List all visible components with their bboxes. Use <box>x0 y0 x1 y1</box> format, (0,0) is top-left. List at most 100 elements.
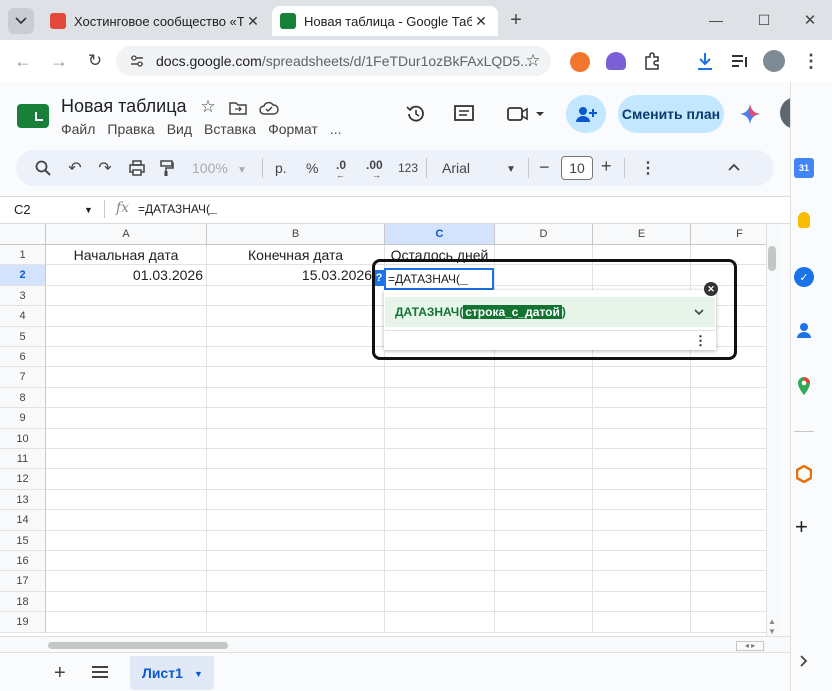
grid-cell[interactable] <box>691 469 766 490</box>
row-header-8[interactable]: 8 <box>0 387 46 409</box>
cell-a2[interactable]: 01.03.2026 <box>46 265 207 286</box>
grid-cell[interactable] <box>593 449 691 470</box>
grid-cell[interactable] <box>385 387 495 409</box>
tab-new-spreadsheet[interactable]: Новая таблица - Google Табли ✕ <box>272 6 498 36</box>
close-tab-icon[interactable]: ✕ <box>472 13 490 30</box>
grid-cell[interactable] <box>207 347 385 368</box>
collapse-toolbar-icon[interactable] <box>728 163 740 171</box>
grid-cell[interactable] <box>495 367 593 388</box>
grid-cell[interactable] <box>691 571 766 592</box>
close-window-button[interactable]: ✕ <box>798 8 822 32</box>
grid-cell[interactable] <box>207 591 385 613</box>
grid-cell[interactable] <box>207 530 385 551</box>
grid-cell[interactable] <box>385 408 495 429</box>
grid-cell[interactable] <box>691 367 766 388</box>
upgrade-plan-button[interactable]: Сменить план <box>618 95 724 133</box>
grid-cell[interactable] <box>495 571 593 592</box>
grid-cell[interactable] <box>385 612 495 633</box>
grid-cell[interactable] <box>593 591 691 613</box>
grid-cell[interactable] <box>593 510 691 531</box>
column-header-c[interactable]: C <box>385 224 495 245</box>
grid-cell[interactable] <box>385 428 495 449</box>
grid-cell[interactable] <box>46 326 207 347</box>
row-header-16[interactable]: 16 <box>0 551 46 572</box>
grid-cell[interactable] <box>691 429 766 449</box>
grid-cell[interactable] <box>46 510 207 531</box>
media-queue-icon[interactable] <box>730 52 750 70</box>
row-header-2[interactable]: 2 <box>0 265 46 286</box>
row-header-18[interactable]: 18 <box>0 591 46 613</box>
grid-cell[interactable] <box>46 428 207 449</box>
grid-cell[interactable] <box>207 449 385 470</box>
font-size-increase-button[interactable]: + <box>601 156 612 177</box>
grid-cell[interactable] <box>385 489 495 511</box>
bookmark-star-icon[interactable]: ☆ <box>522 50 544 72</box>
grid-cell[interactable] <box>593 469 691 490</box>
row-header-17[interactable]: 17 <box>0 571 46 592</box>
currency-format-button[interactable]: р. <box>275 160 287 176</box>
menu-view[interactable]: Вид <box>167 121 192 137</box>
site-info-icon[interactable] <box>128 52 146 70</box>
grid-cell[interactable] <box>385 591 495 613</box>
download-icon[interactable] <box>694 50 716 72</box>
grid-cell[interactable] <box>495 551 593 572</box>
cell-b2[interactable]: 15.03.2026 <box>207 265 385 286</box>
cloud-status-icon[interactable] <box>258 99 280 117</box>
grid-cell[interactable] <box>495 612 593 633</box>
grid-cell[interactable] <box>691 612 766 633</box>
grid-cell[interactable] <box>593 551 691 572</box>
close-tab-icon[interactable]: ✕ <box>244 13 262 30</box>
grid-cell[interactable] <box>385 530 495 551</box>
profile-avatar[interactable] <box>763 50 785 72</box>
row-header-19[interactable]: 19 <box>0 612 46 633</box>
name-box-dropdown-icon[interactable]: ▼ <box>84 205 93 215</box>
tab-search-button[interactable] <box>8 8 34 34</box>
cell-b1[interactable]: Конечная дата <box>207 245 385 266</box>
share-button[interactable] <box>566 95 606 133</box>
all-sheets-icon[interactable] <box>92 666 108 678</box>
row-header-6[interactable]: 6 <box>0 347 46 368</box>
scroll-down-arrow-icon[interactable]: ▼ <box>768 627 776 636</box>
undo-icon[interactable]: ↶ <box>64 157 86 179</box>
tab-hosting-community[interactable]: Хостинговое сообщество «Tim ✕ <box>42 6 270 36</box>
grid-cell[interactable] <box>207 571 385 592</box>
formula-input[interactable]: =ДАТАЗНАЧ( <box>138 202 210 216</box>
grid-cell[interactable] <box>495 591 593 613</box>
grid-cell[interactable] <box>691 449 766 470</box>
row-header-4[interactable]: 4 <box>0 306 46 327</box>
grid-cell[interactable] <box>691 551 766 572</box>
row-header-5[interactable]: 5 <box>0 326 46 347</box>
grid-cell[interactable] <box>385 449 495 470</box>
horizontal-scroll-thumb[interactable] <box>48 642 228 649</box>
more-tools-icon[interactable]: ⋮ <box>640 158 656 178</box>
menu-file[interactable]: Файл <box>61 121 95 137</box>
font-family-select[interactable]: Arial <box>442 160 470 176</box>
grid-cell[interactable] <box>207 469 385 490</box>
select-all-corner[interactable] <box>0 224 46 245</box>
print-icon[interactable] <box>126 157 148 179</box>
column-header-b[interactable]: B <box>207 224 385 245</box>
sheet-tab-dropdown-icon[interactable]: ▼ <box>194 669 203 679</box>
cell-a1[interactable]: Начальная дата <box>46 245 207 266</box>
minimize-window-button[interactable]: — <box>704 8 728 32</box>
grid-cell[interactable] <box>691 408 766 429</box>
grid-cell[interactable] <box>593 428 691 449</box>
maps-icon[interactable] <box>796 376 812 396</box>
grid-cell[interactable] <box>385 469 495 490</box>
sheets-logo-icon[interactable] <box>17 104 49 128</box>
grid-cell[interactable] <box>207 489 385 511</box>
grid-cell[interactable] <box>207 551 385 572</box>
expand-side-panel-icon[interactable] <box>800 655 808 667</box>
keep-icon[interactable] <box>798 212 810 228</box>
grid-cell[interactable] <box>593 408 691 429</box>
grid-cell[interactable] <box>207 367 385 388</box>
calendar-icon[interactable]: 31 <box>794 158 814 178</box>
row-header-1[interactable]: 1 <box>0 245 46 266</box>
grid-cell[interactable] <box>46 551 207 572</box>
menu-insert[interactable]: Вставка <box>204 121 256 137</box>
comments-icon[interactable] <box>452 102 476 126</box>
name-box[interactable]: C2 <box>14 202 31 217</box>
grid-cell[interactable] <box>385 510 495 531</box>
horizontal-scroll-arrows[interactable]: ◂ ▸ <box>736 641 764 651</box>
grid-cell[interactable] <box>46 612 207 633</box>
